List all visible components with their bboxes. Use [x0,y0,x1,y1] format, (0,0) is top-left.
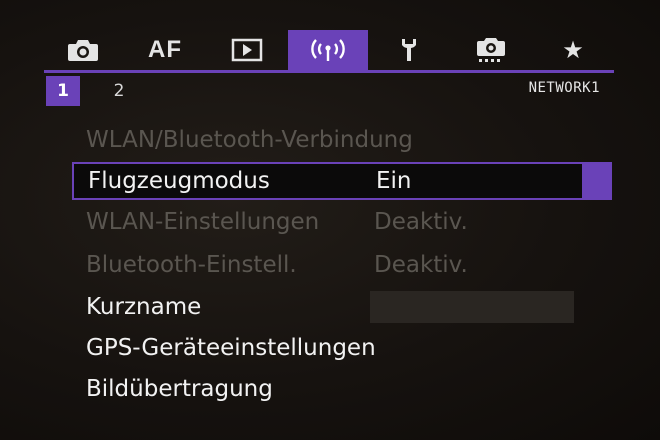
playback-icon [231,38,263,62]
menu-item-label: Bluetooth-Einstell. [86,252,297,278]
tab-underline [44,70,614,73]
tab-shooting[interactable] [52,30,114,70]
menu-item-label: Flugzeugmodus [88,168,270,194]
menu-item-label: Bildübertragung [86,376,273,402]
subtab-1[interactable]: 1 [46,76,80,106]
menu-item-gps-settings[interactable]: GPS-Geräteeinstellungen [72,329,612,367]
tab-setup[interactable] [378,30,440,70]
menu-item-wlan-bluetooth-connection[interactable]: WLAN/Bluetooth-Verbindung [72,121,612,159]
subtab-2-label: 2 [113,81,125,101]
wrench-icon [402,39,416,61]
tab-custom[interactable] [460,30,522,70]
menu-item-value: Deaktiv. [374,209,468,235]
menu-item-label: GPS-Geräteeinstellungen [86,335,376,361]
subtab-2[interactable]: 2 [102,76,136,106]
custom-camera-icon [477,38,505,62]
nickname-value-box [370,291,574,323]
star-icon: ★ [562,36,584,64]
menu-item-label: WLAN/Bluetooth-Verbindung [86,127,413,153]
menu-item-value: Deaktiv. [374,252,468,278]
tab-playback[interactable] [216,30,278,70]
menu-item-label: Kurzname [86,294,202,320]
tab-af[interactable]: AF [134,30,196,70]
menu-item-label: WLAN-Einstellungen [86,209,320,235]
tab-my-menu[interactable]: ★ [542,30,604,70]
page-label: NETWORK1 [528,80,600,96]
menu-item-wlan-settings[interactable]: WLAN-Einstellungen Deaktiv. [72,203,612,241]
camera-menu-screen: AF ★ 1 2 NETWORK1 WLAN/Bluetooth-Verbind… [0,0,660,440]
af-label: AF [148,36,182,63]
menu-item-nickname[interactable]: Kurzname [72,288,612,326]
menu-tab-bar: AF ★ [52,30,614,70]
camera-icon [68,40,98,61]
menu-item-airplane-mode[interactable]: Flugzeugmodus Ein [72,162,612,200]
wireless-icon [311,39,345,61]
tab-network[interactable] [288,30,368,70]
menu-item-image-transfer[interactable]: Bildübertragung [72,370,612,408]
menu-item-bluetooth-settings[interactable]: Bluetooth-Einstell. Deaktiv. [72,246,612,284]
subtab-1-label: 1 [57,81,69,101]
menu-item-value: Ein [376,168,412,194]
